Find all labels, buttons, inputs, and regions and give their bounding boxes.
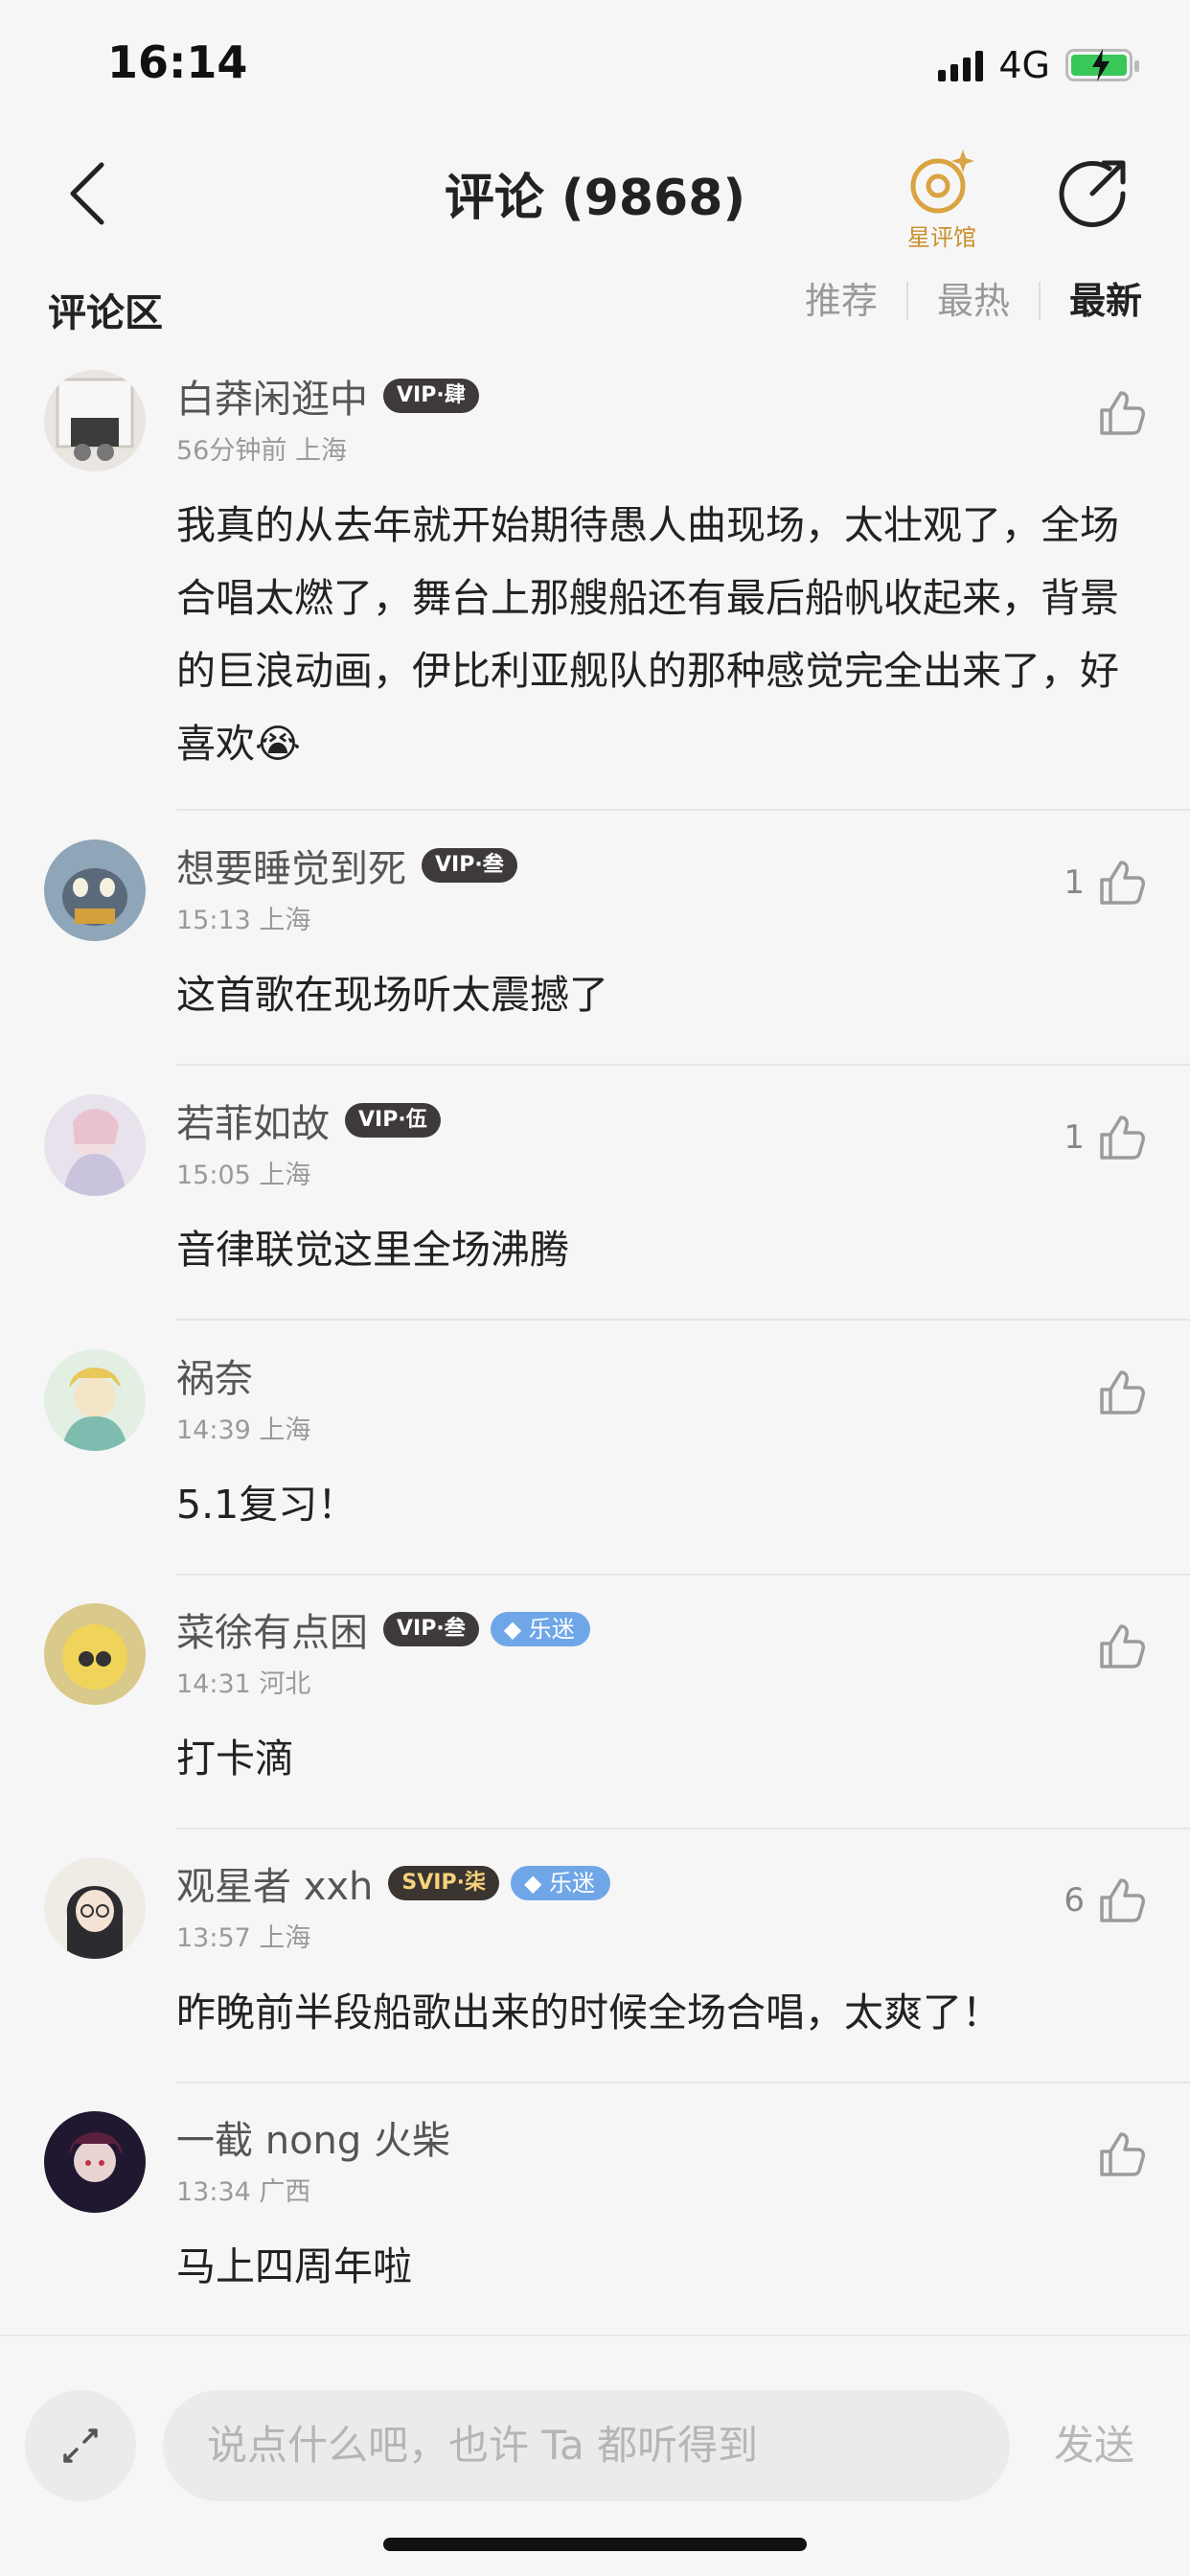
star-review-label: 星评馆	[907, 224, 976, 251]
expand-icon	[63, 2428, 98, 2463]
vip-badge[interactable]: VIP·叁	[383, 1612, 479, 1646]
star-review-button[interactable]: 星评馆	[889, 146, 995, 251]
username[interactable]: 白莽闲逛中	[176, 368, 368, 424]
username[interactable]: 一截 nong 火柴	[176, 2109, 450, 2165]
username[interactable]: 想要睡觉到死	[176, 838, 406, 893]
comment-header: 想要睡觉到死 VIP·叁	[176, 840, 517, 891]
comment-text: 马上四周年啦	[176, 2243, 412, 2289]
comment-input[interactable]: 说点什么吧，也许 Ta 都听得到	[163, 2390, 1010, 2501]
comment-item: 若菲如故 VIP·伍 15:05 上海 1 音律联觉这里全场沸腾	[0, 1094, 1190, 1321]
section-title: 评论区	[48, 291, 163, 335]
comment-meta: 15:05 上海	[176, 1161, 311, 1190]
fan-badge[interactable]: ◆ 乐迷	[510, 1866, 611, 1900]
vip-badge[interactable]: VIP·肆	[383, 379, 479, 413]
avatar[interactable]	[44, 2111, 146, 2213]
comment-item: 观星者 xxh SVIP·柒 ◆ 乐迷 13:57 上海 6 昨晚前半段船歌出来…	[0, 1857, 1190, 2083]
like-button[interactable]	[1085, 1368, 1146, 1416]
thumbs-up-icon	[1100, 1370, 1145, 1414]
divider	[176, 1319, 1190, 1321]
comment-text: 音律联觉这里全场沸腾	[176, 1227, 569, 1273]
thumbs-up-icon	[1100, 1116, 1145, 1160]
comment-section-header: 评论区 推荐 最热 最新	[0, 278, 1190, 341]
comment-header: 若菲如故 VIP·伍	[176, 1094, 441, 1146]
username[interactable]: 若菲如故	[176, 1092, 330, 1148]
like-count: 1	[1064, 1118, 1085, 1157]
status-bar: 16:14 4G	[0, 0, 1190, 125]
avatar[interactable]	[44, 1857, 146, 1959]
expand-button[interactable]	[25, 2390, 136, 2501]
comment-header: 菜徐有点困 VIP·叁 ◆ 乐迷	[176, 1603, 590, 1655]
comment-text: 5.1复习！	[176, 1482, 357, 1528]
status-time: 16:14	[107, 36, 248, 88]
nav-bar: 评论 (9868) 星评馆	[0, 134, 1190, 259]
share-icon	[1059, 160, 1126, 227]
comment-header: 一截 nong 火柴	[176, 2111, 450, 2163]
share-button[interactable]	[1054, 155, 1131, 232]
vip-badge[interactable]: VIP·叁	[422, 848, 517, 883]
comments-page: 16:14 4G 评论 (9868) 星评馆 评论区 推荐 最热 最新 白莽闲逛…	[0, 0, 1190, 2576]
signal-icon	[938, 49, 984, 81]
thumbs-up-icon	[1100, 861, 1145, 905]
divider	[176, 1574, 1190, 1576]
comment-header: 白莽闲逛中 VIP·肆	[176, 370, 479, 422]
comment-meta: 15:13 上海	[176, 906, 311, 935]
avatar[interactable]	[44, 370, 146, 472]
comment-item: 想要睡觉到死 VIP·叁 15:13 上海 1 这首歌在现场听太震撼了	[0, 840, 1190, 1066]
like-count: 1	[1064, 863, 1085, 902]
comment-meta: 13:57 上海	[176, 1923, 311, 1953]
like-count: 6	[1064, 1881, 1085, 1920]
comment-text: 打卡滴	[176, 1736, 294, 1782]
username[interactable]: 祸奈	[176, 1347, 253, 1403]
comment-meta: 14:31 河北	[176, 1669, 311, 1699]
like-button[interactable]: 6	[1064, 1876, 1146, 1924]
svip-badge[interactable]: SVIP·柒	[388, 1866, 499, 1900]
comment-text: 这首歌在现场听太震撼了	[176, 972, 608, 1018]
tab-newest[interactable]: 最新	[1038, 282, 1142, 320]
thumbs-up-icon	[1100, 1624, 1145, 1668]
divider	[176, 809, 1190, 811]
avatar[interactable]	[44, 840, 146, 941]
battery-icon	[1065, 49, 1139, 81]
tab-hottest[interactable]: 最热	[905, 282, 1039, 320]
like-button[interactable]: 1	[1064, 859, 1146, 907]
avatar[interactable]	[44, 1094, 146, 1196]
status-indicators: 4G	[938, 44, 1139, 86]
comment-header: 祸奈	[176, 1349, 253, 1401]
username[interactable]: 观星者 xxh	[176, 1855, 373, 1911]
thumbs-up-icon	[1100, 391, 1145, 435]
like-button[interactable]	[1085, 1622, 1146, 1670]
avatar[interactable]	[44, 1349, 146, 1451]
fan-badge-label: 乐迷	[528, 1616, 575, 1643]
like-button[interactable]	[1085, 389, 1146, 437]
comment-meta: 13:34 广西	[176, 2177, 311, 2207]
tab-recommended[interactable]: 推荐	[776, 282, 906, 320]
comment-meta: 14:39 上海	[176, 1415, 311, 1445]
like-button[interactable]	[1085, 2130, 1146, 2178]
comment-item: 祸奈 14:39 上海 5.1复习！	[0, 1349, 1190, 1576]
divider	[176, 1828, 1190, 1829]
comment-item: 菜徐有点困 VIP·叁 ◆ 乐迷 14:31 河北 打卡滴	[0, 1603, 1190, 1829]
comment-text: 我真的从去年就开始期待愚人曲现场，太壮观了，全场合唱太燃了，舞台上那艘船还有最后…	[176, 502, 1119, 767]
thumbs-up-icon	[1100, 1878, 1145, 1922]
comment-item: 白莽闲逛中 VIP·肆 56分钟前 上海 我真的从去年就开始期待愚人曲现场，太壮…	[0, 370, 1190, 811]
sort-tabs: 推荐 最热 最新	[776, 282, 1142, 320]
username[interactable]: 菜徐有点困	[176, 1601, 368, 1657]
thumbs-up-icon	[1100, 2132, 1145, 2176]
comment-header: 观星者 xxh SVIP·柒 ◆ 乐迷	[176, 1855, 611, 1911]
fan-badge[interactable]: ◆ 乐迷	[490, 1612, 590, 1646]
divider	[176, 2082, 1190, 2083]
star-review-icon	[910, 150, 974, 214]
page-title: 评论 (9868)	[444, 170, 746, 227]
comment-text: 昨晚前半段船歌出来的时候全场合唱，太爽了！	[176, 1990, 1001, 2036]
home-indicator[interactable]	[383, 2538, 807, 2551]
send-button[interactable]: 发送	[1054, 2390, 1134, 2501]
like-button[interactable]: 1	[1064, 1114, 1146, 1162]
fan-badge-label: 乐迷	[549, 1870, 596, 1897]
network-type: 4G	[998, 44, 1050, 86]
vip-badge[interactable]: VIP·伍	[345, 1103, 441, 1138]
avatar[interactable]	[44, 1603, 146, 1705]
comment-item: 一截 nong 火柴 13:34 广西 马上四周年啦	[0, 2111, 1190, 2334]
comment-meta: 56分钟前 上海	[176, 436, 347, 466]
divider	[176, 1064, 1190, 1066]
